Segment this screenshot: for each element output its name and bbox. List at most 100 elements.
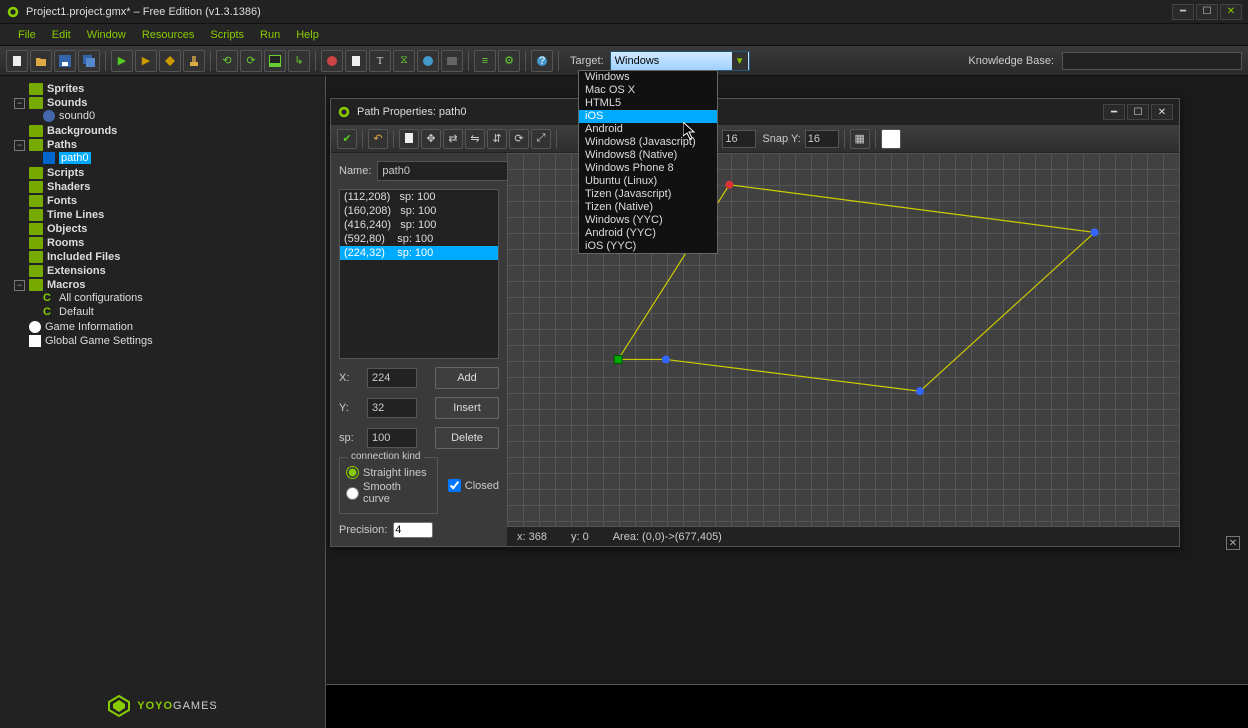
menu-help[interactable]: Help xyxy=(288,27,327,43)
target-select[interactable]: Windows ▾ xyxy=(610,51,750,71)
straight-radio[interactable]: Straight lines xyxy=(346,466,431,479)
y-input[interactable] xyxy=(367,398,417,418)
target-option[interactable]: Android (YYC) xyxy=(579,227,717,240)
tree-sprites[interactable]: Sprites xyxy=(14,83,325,95)
tree-macros[interactable]: −Macros xyxy=(14,279,325,291)
help-button[interactable]: ? xyxy=(531,50,553,72)
path-mirrorh-button[interactable]: ⇋ xyxy=(465,129,485,149)
room-button[interactable] xyxy=(441,50,463,72)
constants-button[interactable]: ≡ xyxy=(474,50,496,72)
nav-fwd-button[interactable]: ⟳ xyxy=(240,50,262,72)
tree-sounds[interactable]: −Sounds xyxy=(14,97,325,109)
script-button[interactable] xyxy=(345,50,367,72)
font-button[interactable]: T xyxy=(369,50,391,72)
sprite-button[interactable] xyxy=(321,50,343,72)
target-option[interactable]: Mac OS X xyxy=(579,84,717,97)
object-button[interactable] xyxy=(417,50,439,72)
sp-input[interactable] xyxy=(367,428,417,448)
tree-objects[interactable]: Objects xyxy=(14,223,325,235)
path-max-button[interactable]: ☐ xyxy=(1127,104,1149,120)
panel-close-icon[interactable]: ✕ xyxy=(1226,536,1240,550)
target-option[interactable]: Tizen (Javascript) xyxy=(579,188,717,201)
x-input[interactable] xyxy=(367,368,417,388)
point-row[interactable]: (112,208) sp: 100 xyxy=(340,190,498,204)
menu-resources[interactable]: Resources xyxy=(134,27,203,43)
output-panel[interactable] xyxy=(326,684,1248,728)
save-button[interactable] xyxy=(54,50,76,72)
tree-timelines[interactable]: Time Lines xyxy=(14,209,325,221)
tree-fonts[interactable]: Fonts xyxy=(14,195,325,207)
target-option[interactable]: Windows8 (Native) xyxy=(579,149,717,162)
run-button[interactable]: ▶ xyxy=(111,50,133,72)
path-undo-button[interactable]: ↶ xyxy=(368,129,388,149)
path-scale-button[interactable]: ⤢ xyxy=(531,129,551,149)
target-option[interactable]: Ubuntu (Linux) xyxy=(579,175,717,188)
tree-gameinfo[interactable]: Game Information xyxy=(14,321,325,333)
tree-rooms[interactable]: Rooms xyxy=(14,237,325,249)
clean-button[interactable] xyxy=(183,50,205,72)
path-mirrorv-button[interactable]: ⇵ xyxy=(487,129,507,149)
terminal-button[interactable] xyxy=(264,50,286,72)
save-all-button[interactable] xyxy=(78,50,100,72)
tree-shaders[interactable]: Shaders xyxy=(14,181,325,193)
path-shift-button[interactable]: ⇄ xyxy=(443,129,463,149)
target-option[interactable]: Tizen (Native) xyxy=(579,201,717,214)
close-button[interactable]: ✕ xyxy=(1220,4,1242,20)
snapx-input[interactable] xyxy=(722,130,756,148)
tree-paths[interactable]: −Paths xyxy=(14,139,325,151)
tree-all-configs[interactable]: CAll configurations xyxy=(28,292,325,304)
target-dropdown-list[interactable]: WindowsMac OS XHTML5iOSAndroidWindows8 (… xyxy=(578,70,718,254)
precision-input[interactable] xyxy=(393,522,433,538)
tree-scripts[interactable]: Scripts xyxy=(14,167,325,179)
point-row[interactable]: (592,80) sp: 100 xyxy=(340,232,498,246)
path-rotate-button[interactable]: ⟳ xyxy=(509,129,529,149)
menu-scripts[interactable]: Scripts xyxy=(202,27,252,43)
new-project-button[interactable] xyxy=(6,50,28,72)
target-option[interactable]: Windows Phone 8 xyxy=(579,162,717,175)
kb-search-input[interactable] xyxy=(1062,52,1242,70)
tree-path0[interactable]: path0 xyxy=(28,152,325,164)
path-move-button[interactable]: ✥ xyxy=(421,129,441,149)
target-option[interactable]: Windows xyxy=(579,71,717,84)
tree-default[interactable]: CDefault xyxy=(28,306,325,318)
target-option[interactable]: Windows (YYC) xyxy=(579,214,717,227)
menu-file[interactable]: File xyxy=(10,27,44,43)
resource-tree[interactable]: Sprites −Sounds sound0 Backgrounds −Path… xyxy=(0,76,326,684)
grid-toggle-button[interactable]: ▦ xyxy=(850,129,870,149)
insert-button[interactable]: Insert xyxy=(435,397,499,419)
target-option[interactable]: iOS (YYC) xyxy=(579,240,717,253)
menu-window[interactable]: Window xyxy=(79,27,134,43)
debug-button[interactable]: ▶ xyxy=(135,50,157,72)
point-row[interactable]: (224,32) sp: 100 xyxy=(340,246,498,260)
point-row[interactable]: (160,208) sp: 100 xyxy=(340,204,498,218)
snapy-input[interactable] xyxy=(805,130,839,148)
menu-edit[interactable]: Edit xyxy=(44,27,79,43)
points-list[interactable]: (112,208) sp: 100(160,208) sp: 100(416,2… xyxy=(339,189,499,359)
settings-button[interactable]: ⚙ xyxy=(498,50,520,72)
path-close-button[interactable]: ✕ xyxy=(1151,104,1173,120)
bg-toggle-button[interactable] xyxy=(881,129,901,149)
tree-extensions[interactable]: Extensions xyxy=(14,265,325,277)
tree-ggs[interactable]: Global Game Settings xyxy=(14,335,325,347)
path-clear-button[interactable] xyxy=(399,129,419,149)
point-row[interactable]: (416,240) sp: 100 xyxy=(340,218,498,232)
tree-backgrounds[interactable]: Backgrounds xyxy=(14,125,325,137)
minimize-button[interactable]: ━ xyxy=(1172,4,1194,20)
path-min-button[interactable]: ━ xyxy=(1103,104,1125,120)
tree-sound0[interactable]: sound0 xyxy=(28,110,325,122)
path-window-titlebar[interactable]: Path Properties: path0 ━ ☐ ✕ xyxy=(331,99,1179,125)
target-option[interactable]: HTML5 xyxy=(579,97,717,110)
add-button[interactable]: Add xyxy=(435,367,499,389)
path-ok-button[interactable]: ✔ xyxy=(337,129,357,149)
closed-checkbox[interactable]: Closed xyxy=(448,457,499,514)
menu-run[interactable]: Run xyxy=(252,27,288,43)
stop-button[interactable] xyxy=(159,50,181,72)
nav-back-button[interactable]: ⟲ xyxy=(216,50,238,72)
smooth-radio[interactable]: Smooth curve xyxy=(346,481,431,505)
open-project-button[interactable] xyxy=(30,50,52,72)
tree-included[interactable]: Included Files xyxy=(14,251,325,263)
maximize-button[interactable]: ☐ xyxy=(1196,4,1218,20)
export-button[interactable]: ↳ xyxy=(288,50,310,72)
timeline-button[interactable]: ⧖ xyxy=(393,50,415,72)
delete-button[interactable]: Delete xyxy=(435,427,499,449)
